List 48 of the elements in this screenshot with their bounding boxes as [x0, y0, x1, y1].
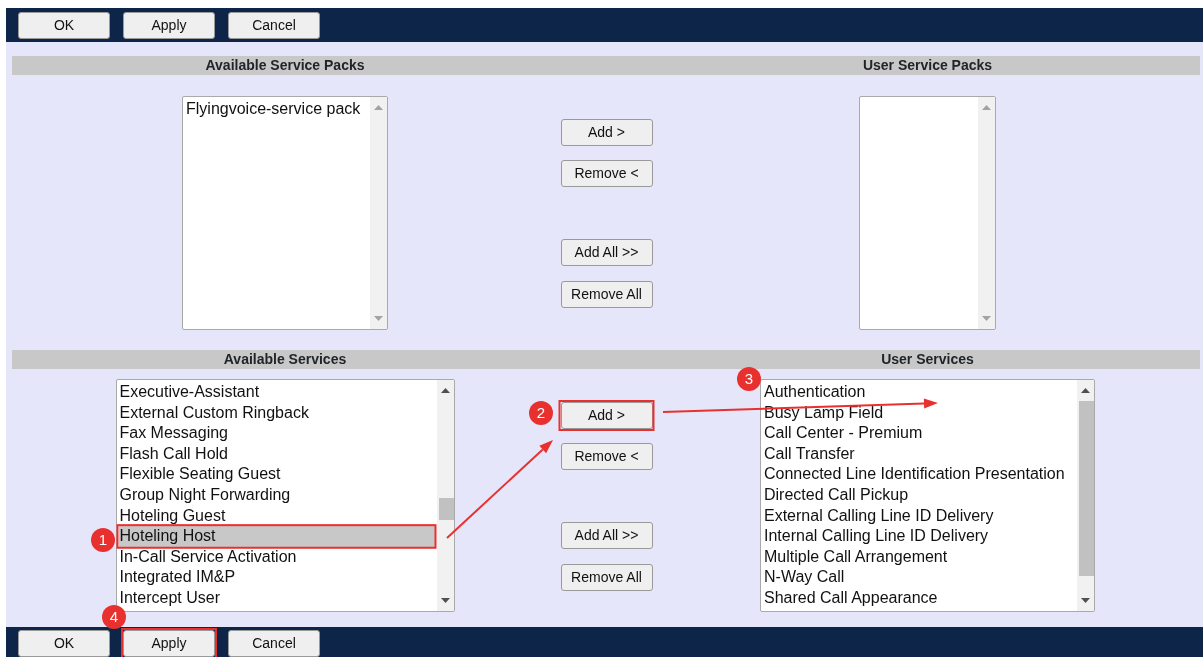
scroll-up-icon[interactable]	[440, 388, 450, 393]
list-item[interactable]: Hoteling Host	[118, 526, 435, 547]
scroll-up-icon[interactable]	[1081, 388, 1090, 393]
scrollbar-thumb[interactable]	[438, 498, 454, 520]
list-item[interactable]: Hoteling Guest	[118, 505, 435, 527]
list-item[interactable]: Flash Call Hold	[118, 443, 435, 465]
scroll-down-icon[interactable]	[440, 598, 450, 603]
list-item[interactable]: Call Transfer	[763, 443, 1075, 465]
remove-all-button[interactable]: Remove All	[560, 281, 653, 308]
scroll-down-icon[interactable]	[1081, 598, 1090, 603]
add-all-button[interactable]: Add All >>	[560, 239, 653, 266]
section-header: User Service Packs	[861, 56, 994, 75]
scrollbar-thumb[interactable]	[1079, 401, 1094, 576]
list-item[interactable]: Fax Messaging	[118, 423, 435, 444]
list-item[interactable]: Group Night Forwarding	[118, 484, 435, 506]
list-item[interactable]: Multiple Call Arrangement	[763, 546, 1075, 568]
list-box[interactable]: Flyingvoice-service pack	[182, 96, 388, 330]
list-item[interactable]: Flexible Seating Guest	[118, 464, 435, 485]
section-header: User Services	[880, 350, 975, 369]
list-item[interactable]: Shared Call Appearance	[763, 587, 1075, 609]
remove-button[interactable]: Remove <	[560, 443, 653, 470]
add-all-button[interactable]: Add All >>	[560, 522, 653, 549]
list-item[interactable]: Call Center - Premium	[763, 423, 1075, 444]
cancel-button[interactable]: Cancel	[228, 630, 320, 657]
section-header: Available Services	[222, 350, 348, 369]
list-item[interactable]: Connected Line Identification Presentation	[763, 464, 1075, 485]
list-item[interactable]: In-Call Service Activation	[118, 546, 435, 568]
add-button[interactable]: Add >	[560, 119, 653, 146]
list-box[interactable]	[115, 379, 455, 612]
list-item[interactable]: Authentication	[763, 382, 1075, 403]
list-item[interactable]: Directed Call Pickup	[763, 484, 1075, 506]
list-item[interactable]: Integrated IM&P	[118, 567, 435, 588]
list-item[interactable]: Internal Calling Line ID Delivery	[763, 526, 1075, 547]
cancel-button[interactable]: Cancel	[228, 11, 320, 39]
section-header: Available Service Packs	[204, 56, 366, 75]
ok-button[interactable]: OK	[18, 11, 110, 39]
ok-button[interactable]: OK	[18, 630, 110, 657]
remove-all-button[interactable]: Remove All	[560, 564, 653, 591]
apply-button[interactable]: Apply	[123, 11, 215, 39]
list-box[interactable]	[760, 379, 1095, 612]
list-item[interactable]: Executive-Assistant	[118, 382, 435, 403]
list-item[interactable]: External Calling Line ID Delivery	[763, 505, 1075, 527]
list-item[interactable]: External Custom Ringback	[118, 402, 435, 424]
apply-button[interactable]: Apply	[123, 630, 215, 657]
add-button[interactable]: Add >	[560, 402, 653, 429]
list-item[interactable]: Flyingvoice-service pack	[185, 99, 368, 120]
remove-button[interactable]: Remove <	[560, 160, 653, 187]
list-item[interactable]: N-Way Call	[763, 567, 1075, 588]
